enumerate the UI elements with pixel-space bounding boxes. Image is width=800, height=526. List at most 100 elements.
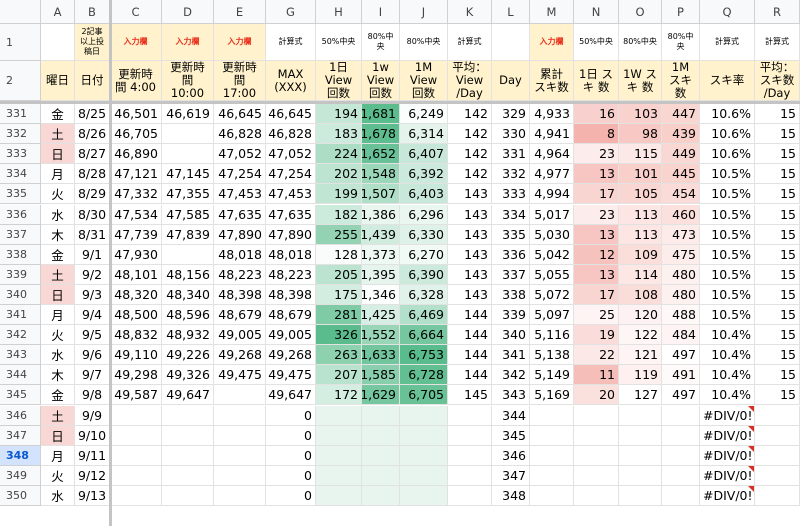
cell-E332[interactable]: 46,828	[214, 124, 266, 145]
cell-P335[interactable]: 454	[662, 184, 700, 205]
cell-I332[interactable]: 1,678	[362, 124, 400, 145]
cell-G335[interactable]: 47,453	[266, 184, 316, 205]
cell-J345[interactable]: 6,705	[400, 385, 448, 406]
cell-N350[interactable]	[574, 485, 619, 506]
cell-Q331[interactable]: 10.6%	[700, 104, 755, 125]
cell-R336[interactable]: 15	[755, 204, 800, 225]
cell-D339[interactable]: 48,156	[162, 264, 214, 285]
cell-M343[interactable]: 5,138	[530, 345, 574, 366]
cell-O346[interactable]	[619, 405, 662, 426]
cell-B349[interactable]: 9/12	[75, 465, 110, 486]
cell-O333[interactable]: 115	[619, 144, 662, 165]
cell-J340[interactable]: 6,328	[400, 284, 448, 305]
cell-N338[interactable]: 12	[574, 244, 619, 265]
cell-D343[interactable]: 49,226	[162, 345, 214, 366]
cell-K334[interactable]: 142	[448, 164, 492, 185]
row-number-339[interactable]: 339	[0, 264, 41, 285]
cell-J335[interactable]: 6,403	[400, 184, 448, 205]
cell-O348[interactable]	[619, 445, 662, 466]
cell-P332[interactable]: 439	[662, 124, 700, 145]
cell-N344[interactable]: 11	[574, 365, 619, 386]
row1-cell-K[interactable]: 計算式	[448, 24, 492, 61]
cell-J341[interactable]: 6,469	[400, 305, 448, 326]
column-header-E[interactable]: E	[214, 0, 266, 24]
cell-B350[interactable]: 9/13	[75, 485, 110, 506]
cell-L338[interactable]: 336	[492, 244, 530, 265]
cell-L339[interactable]: 337	[492, 264, 530, 285]
cell-J336[interactable]: 6,296	[400, 204, 448, 225]
cell-H345[interactable]: 172	[316, 385, 362, 406]
cell-C347[interactable]	[110, 425, 162, 446]
freeze-column-divider[interactable]	[109, 0, 112, 526]
cell-H335[interactable]: 199	[316, 184, 362, 205]
row1-cell-C[interactable]: 入力欄	[110, 24, 162, 61]
cell-J332[interactable]: 6,314	[400, 124, 448, 145]
row-number-344[interactable]: 344	[0, 365, 41, 386]
cell-Q348[interactable]: #DIV/0!	[700, 445, 755, 466]
column-header-M[interactable]: M	[530, 0, 574, 24]
cell-A344[interactable]: 木	[41, 365, 75, 386]
cell-E334[interactable]: 47,254	[214, 164, 266, 185]
row2-cell-O[interactable]: 1W スキ 数	[619, 61, 662, 101]
cell-A335[interactable]: 火	[41, 184, 75, 205]
cell-M349[interactable]	[530, 465, 574, 486]
cell-K339[interactable]: 143	[448, 264, 492, 285]
row2-cell-R[interactable]: 平均： スキ数 /Day	[755, 61, 800, 101]
cell-O345[interactable]: 127	[619, 385, 662, 406]
cell-C337[interactable]: 47,739	[110, 224, 162, 245]
row-number-334[interactable]: 334	[0, 164, 41, 185]
row1-cell-G[interactable]: 計算式	[266, 24, 316, 61]
cell-L341[interactable]: 339	[492, 305, 530, 326]
cell-L331[interactable]: 329	[492, 104, 530, 125]
cell-Q340[interactable]: 10.5%	[700, 284, 755, 305]
cell-L350[interactable]: 348	[492, 485, 530, 506]
cell-K342[interactable]: 144	[448, 325, 492, 346]
cell-J349[interactable]	[400, 465, 448, 486]
row-number-340[interactable]: 340	[0, 284, 41, 305]
row1-cell-M[interactable]: 入力欄	[530, 24, 574, 61]
cell-G343[interactable]: 49,268	[266, 345, 316, 366]
cell-E349[interactable]	[214, 465, 266, 486]
cell-J348[interactable]	[400, 445, 448, 466]
cell-P331[interactable]: 447	[662, 104, 700, 125]
cell-I350[interactable]	[362, 485, 400, 506]
cell-L345[interactable]: 343	[492, 385, 530, 406]
row-number-343[interactable]: 343	[0, 345, 41, 366]
cell-D348[interactable]	[162, 445, 214, 466]
cell-H336[interactable]: 182	[316, 204, 362, 225]
row-number-335[interactable]: 335	[0, 184, 41, 205]
cell-B335[interactable]: 8/29	[75, 184, 110, 205]
row2-cell-Q[interactable]: スキ率	[700, 61, 755, 101]
cell-B334[interactable]: 8/28	[75, 164, 110, 185]
row-number-346[interactable]: 346	[0, 405, 41, 426]
cell-R332[interactable]: 15	[755, 124, 800, 145]
cell-N340[interactable]: 17	[574, 284, 619, 305]
cell-E331[interactable]: 46,645	[214, 104, 266, 125]
cell-G340[interactable]: 48,398	[266, 284, 316, 305]
cell-A334[interactable]: 月	[41, 164, 75, 185]
cell-I342[interactable]: 1,552	[362, 325, 400, 346]
cell-D335[interactable]: 47,355	[162, 184, 214, 205]
cell-R338[interactable]: 15	[755, 244, 800, 265]
column-header-D[interactable]: D	[162, 0, 214, 24]
cell-P341[interactable]: 488	[662, 305, 700, 326]
cell-B341[interactable]: 9/4	[75, 305, 110, 326]
cell-K332[interactable]: 142	[448, 124, 492, 145]
cell-P336[interactable]: 460	[662, 204, 700, 225]
row1-cell-A[interactable]	[41, 24, 75, 61]
cell-P347[interactable]	[662, 425, 700, 446]
cell-P345[interactable]: 497	[662, 385, 700, 406]
cell-Q344[interactable]: 10.4%	[700, 365, 755, 386]
cell-J342[interactable]: 6,664	[400, 325, 448, 346]
cell-C348[interactable]	[110, 445, 162, 466]
cell-J334[interactable]: 6,392	[400, 164, 448, 185]
cell-H343[interactable]: 263	[316, 345, 362, 366]
cell-A342[interactable]: 火	[41, 325, 75, 346]
cell-O342[interactable]: 122	[619, 325, 662, 346]
cell-C346[interactable]	[110, 405, 162, 426]
cell-Q346[interactable]: #DIV/0!	[700, 405, 755, 426]
cell-I336[interactable]: 1,386	[362, 204, 400, 225]
cell-L344[interactable]: 342	[492, 365, 530, 386]
cell-E338[interactable]: 48,018	[214, 244, 266, 265]
column-header-B[interactable]: B	[75, 0, 110, 24]
